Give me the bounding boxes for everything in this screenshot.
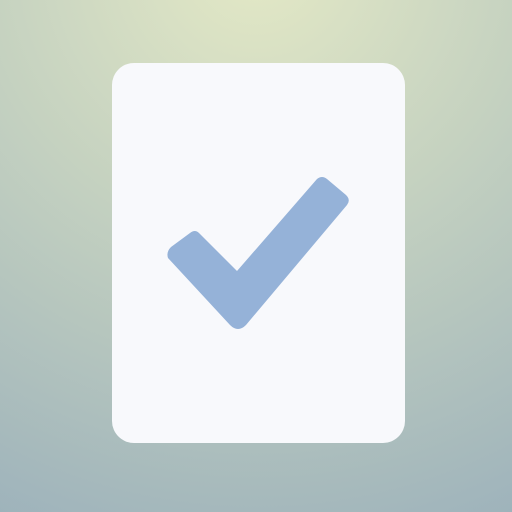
checkmark-icon — [167, 177, 349, 329]
app-icon — [0, 0, 512, 512]
